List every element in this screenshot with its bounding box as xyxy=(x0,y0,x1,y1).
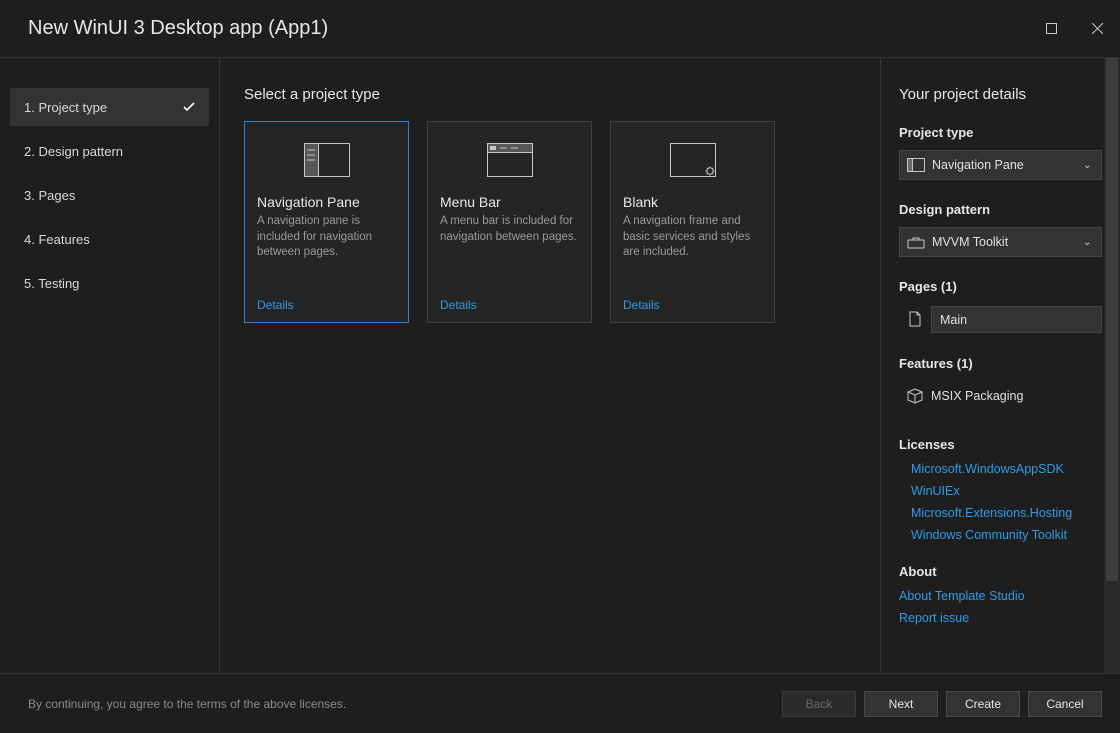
design-pattern-select[interactable]: MVVM Toolkit ⌄ xyxy=(899,227,1102,257)
chevron-down-icon: ⌄ xyxy=(1083,160,1101,171)
design-pattern-label: Design pattern xyxy=(899,202,1102,217)
card-title: Menu Bar xyxy=(440,194,579,210)
step-label: 3. Pages xyxy=(24,188,75,203)
card-blank[interactable]: Blank A navigation frame and basic servi… xyxy=(610,121,775,323)
page-name-input[interactable]: Main xyxy=(931,306,1102,333)
menu-bar-icon xyxy=(440,136,579,184)
template-cards: Navigation Pane A navigation pane is inc… xyxy=(244,121,856,323)
about-link[interactable]: About Template Studio xyxy=(899,589,1102,603)
design-pattern-value: MVVM Toolkit xyxy=(932,235,1083,249)
close-icon xyxy=(1092,23,1103,34)
create-button[interactable]: Create xyxy=(946,691,1020,717)
card-menu-bar[interactable]: Menu Bar A menu bar is included for navi… xyxy=(427,121,592,323)
content-heading: Select a project type xyxy=(244,86,856,103)
feature-row: MSIX Packaging xyxy=(899,381,1102,411)
content-area: Select a project type Navigation Pane A … xyxy=(220,58,880,673)
step-features[interactable]: 4. Features xyxy=(10,220,209,258)
step-label: 2. Design pattern xyxy=(24,144,123,159)
check-icon xyxy=(183,100,195,115)
step-label: 4. Features xyxy=(24,232,90,247)
step-testing[interactable]: 5. Testing xyxy=(10,264,209,302)
page-row: Main xyxy=(899,304,1102,334)
blank-icon xyxy=(623,136,762,184)
details-panel: Your project details Project type Naviga… xyxy=(880,58,1120,673)
pages-label: Pages (1) xyxy=(899,279,1102,294)
step-project-type[interactable]: 1. Project type xyxy=(10,88,209,126)
card-navigation-pane[interactable]: Navigation Pane A navigation pane is inc… xyxy=(244,121,409,323)
navigation-pane-icon xyxy=(257,136,396,184)
step-pages[interactable]: 3. Pages xyxy=(10,176,209,214)
project-type-label: Project type xyxy=(899,125,1102,140)
card-title: Blank xyxy=(623,194,762,210)
cancel-button[interactable]: Cancel xyxy=(1028,691,1102,717)
project-type-select[interactable]: Navigation Pane ⌄ xyxy=(899,150,1102,180)
maximize-button[interactable] xyxy=(1028,13,1074,45)
step-label: 5. Testing xyxy=(24,276,79,291)
main: Select a project type Navigation Pane A … xyxy=(220,58,1120,673)
project-type-value: Navigation Pane xyxy=(932,158,1083,172)
back-button: Back xyxy=(782,691,856,717)
scrollbar-thumb[interactable] xyxy=(1106,58,1118,581)
next-button[interactable]: Next xyxy=(864,691,938,717)
card-desc: A navigation pane is included for naviga… xyxy=(257,214,396,298)
licenses-label: Licenses xyxy=(899,437,1102,452)
step-design-pattern[interactable]: 2. Design pattern xyxy=(10,132,209,170)
about-links: About Template Studio Report issue xyxy=(899,589,1102,625)
details-heading: Your project details xyxy=(899,86,1102,103)
details-link[interactable]: Details xyxy=(623,298,660,312)
features-label: Features (1) xyxy=(899,356,1102,371)
about-link[interactable]: Report issue xyxy=(899,611,1102,625)
close-button[interactable] xyxy=(1074,13,1120,45)
chevron-down-icon: ⌄ xyxy=(1083,237,1101,248)
license-link[interactable]: Microsoft.WindowsAppSDK xyxy=(911,462,1102,476)
maximize-icon xyxy=(1046,23,1057,34)
footer-text: By continuing, you agree to the terms of… xyxy=(28,697,346,711)
toolkit-icon xyxy=(900,235,932,249)
license-link[interactable]: Windows Community Toolkit xyxy=(911,528,1102,542)
window-controls xyxy=(1028,13,1120,45)
package-icon xyxy=(899,387,931,405)
steps-sidebar: 1. Project type 2. Design pattern 3. Pag… xyxy=(0,58,220,673)
window-title: New WinUI 3 Desktop app (App1) xyxy=(28,17,328,40)
feature-text: MSIX Packaging xyxy=(931,389,1023,403)
license-link[interactable]: WinUIEx xyxy=(911,484,1102,498)
step-label: 1. Project type xyxy=(24,100,107,115)
scrollbar[interactable] xyxy=(1104,58,1120,673)
body: 1. Project type 2. Design pattern 3. Pag… xyxy=(0,58,1120,673)
footer-buttons: Back Next Create Cancel xyxy=(782,691,1102,717)
footer: By continuing, you agree to the terms of… xyxy=(0,673,1120,733)
wizard-window: New WinUI 3 Desktop app (App1) 1. Projec… xyxy=(0,0,1120,733)
card-desc: A menu bar is included for navigation be… xyxy=(440,214,579,298)
details-link[interactable]: Details xyxy=(257,298,294,312)
license-link[interactable]: Microsoft.Extensions.Hosting xyxy=(911,506,1102,520)
card-title: Navigation Pane xyxy=(257,194,396,210)
titlebar: New WinUI 3 Desktop app (App1) xyxy=(0,0,1120,58)
details-link[interactable]: Details xyxy=(440,298,477,312)
card-desc: A navigation frame and basic services an… xyxy=(623,214,762,298)
navigation-pane-small-icon xyxy=(900,158,932,172)
page-icon xyxy=(899,311,931,327)
license-links: Microsoft.WindowsAppSDK WinUIEx Microsof… xyxy=(899,462,1102,542)
about-label: About xyxy=(899,564,1102,579)
